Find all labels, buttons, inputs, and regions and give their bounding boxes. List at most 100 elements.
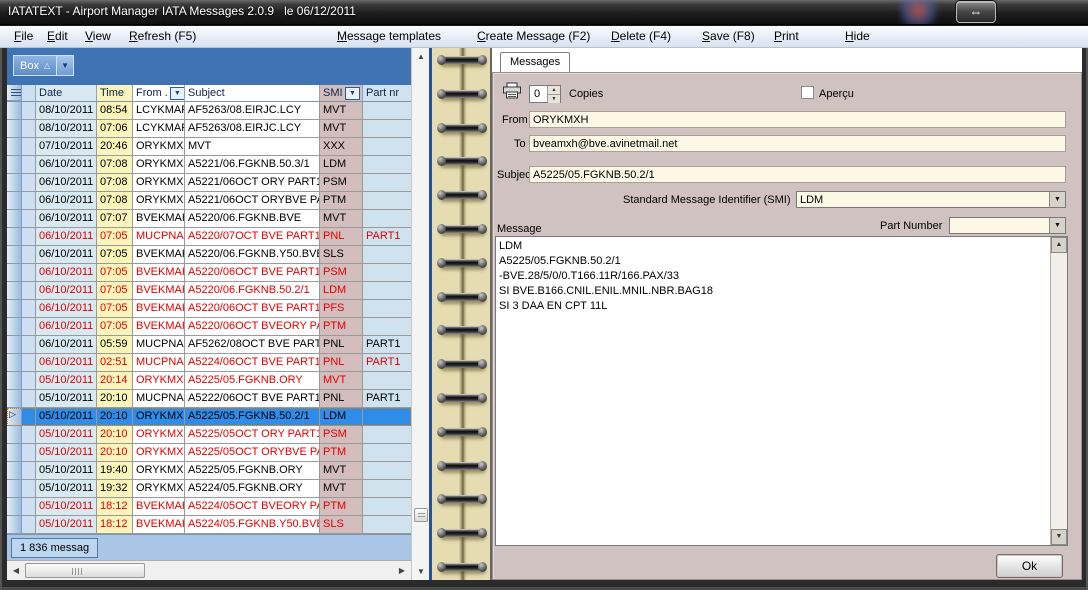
column-header-time[interactable]: Time — [97, 85, 133, 101]
cell-date[interactable]: 05/10/2011 — [36, 372, 97, 390]
cell-smi[interactable]: PTM — [320, 192, 363, 210]
table-row[interactable]: 06/10/201107:07BVEKMAHA5220/06.FGKNB.BVE… — [7, 210, 411, 228]
cell-part[interactable]: PART1 — [363, 228, 411, 246]
row-selector-cell[interactable] — [7, 372, 22, 390]
group-by-box-chip[interactable]: Box △ ▼ — [13, 55, 74, 76]
cell-indicator[interactable] — [22, 102, 36, 120]
cell-subject[interactable]: A5221/06.FGKNB.50.3/1 — [185, 156, 320, 174]
cell-indicator[interactable] — [22, 498, 36, 516]
cell-from[interactable]: ORYKMXH — [133, 408, 185, 426]
cell-part[interactable] — [363, 102, 411, 120]
cell-from[interactable]: ORYKMXH — [133, 372, 185, 390]
cell-from[interactable]: ORYKMXH — [133, 192, 185, 210]
cell-date[interactable]: 07/10/2011 — [36, 138, 97, 156]
cell-part[interactable] — [363, 372, 411, 390]
horizontal-scroll-thumb[interactable] — [25, 563, 145, 578]
cell-part[interactable] — [363, 516, 411, 534]
scroll-left-icon[interactable]: ◀ — [9, 564, 23, 578]
cell-date[interactable]: 06/10/2011 — [36, 300, 97, 318]
cell-time[interactable]: 07:07 — [97, 210, 133, 228]
cell-smi[interactable]: PNL — [320, 354, 363, 372]
group-by-dropdown-button[interactable]: ▼ — [57, 55, 74, 76]
cell-from[interactable]: ORYKMXH — [133, 462, 185, 480]
row-selector-cell[interactable] — [7, 480, 22, 498]
cell-subject[interactable]: A5224/05OCT BVEORY PART1 — [185, 498, 320, 516]
cell-date[interactable]: 06/10/2011 — [36, 336, 97, 354]
message-scroll-up-icon[interactable]: ▲ — [1051, 237, 1067, 253]
cell-date[interactable]: 05/10/2011 — [36, 444, 97, 462]
cell-part[interactable] — [363, 444, 411, 462]
cell-subject[interactable]: A5224/05.FGKNB.Y50.BVE — [185, 516, 320, 534]
cell-indicator[interactable] — [22, 156, 36, 174]
cell-from[interactable]: MUCPNA — [133, 336, 185, 354]
cell-time[interactable]: 20:10 — [97, 390, 133, 408]
cell-date[interactable]: 05/10/2011 — [36, 408, 97, 426]
indicator-header[interactable] — [22, 85, 36, 101]
smi-filter-dropdown-icon[interactable]: ▼ — [345, 87, 360, 100]
scroll-up-icon[interactable]: ▲ — [413, 49, 429, 64]
cell-subject[interactable]: A5220/07OCT BVE PART1 — [185, 228, 320, 246]
cell-smi[interactable]: MVT — [320, 210, 363, 228]
cell-subject[interactable]: A5220/06OCT BVE PART1 — [185, 264, 320, 282]
cell-time[interactable]: 07:08 — [97, 156, 133, 174]
cell-date[interactable]: 05/10/2011 — [36, 516, 97, 534]
column-header-date[interactable]: Date — [36, 85, 97, 101]
cell-smi[interactable]: LDM — [320, 408, 363, 426]
cell-smi[interactable]: PTM — [320, 318, 363, 336]
table-row[interactable]: 05/10/201119:32ORYKMXHA5224/05.FGKNB.ORY… — [7, 480, 411, 498]
cell-time[interactable]: 18:12 — [97, 516, 133, 534]
cell-smi[interactable]: MVT — [320, 102, 363, 120]
cell-subject[interactable]: A5220/06.FGKNB.50.2/1 — [185, 282, 320, 300]
cell-time[interactable]: 05:59 — [97, 336, 133, 354]
smi-dropdown[interactable]: LDM ▼ — [796, 191, 1066, 208]
cell-time[interactable]: 07:05 — [97, 282, 133, 300]
cell-subject[interactable]: A5225/05.FGKNB.ORY — [185, 462, 320, 480]
cell-date[interactable]: 05/10/2011 — [36, 480, 97, 498]
resize-button[interactable]: ⇔ — [956, 1, 996, 23]
cell-date[interactable]: 06/10/2011 — [36, 228, 97, 246]
scroll-down-icon[interactable]: ▼ — [413, 564, 429, 579]
cell-from[interactable]: BVEKMAH — [133, 210, 185, 228]
cell-indicator[interactable] — [22, 516, 36, 534]
cell-indicator[interactable] — [22, 444, 36, 462]
cell-smi[interactable]: PNL — [320, 336, 363, 354]
table-row[interactable]: 05/10/201118:12BVEKMAHA5224/05OCT BVEORY… — [7, 498, 411, 516]
cell-date[interactable]: 08/10/2011 — [36, 102, 97, 120]
table-row[interactable]: 06/10/201107:05BVEKMAHA5220/06.FGKNB.Y50… — [7, 246, 411, 264]
table-row[interactable]: 06/10/201107:05BVEKMAHA5220/06OCT BVE PA… — [7, 300, 411, 318]
row-selector-cell[interactable] — [7, 516, 22, 534]
cell-smi[interactable]: MVT — [320, 480, 363, 498]
cell-time[interactable]: 07:05 — [97, 228, 133, 246]
cell-from[interactable]: ORYKMXH — [133, 156, 185, 174]
row-selector-cell[interactable] — [7, 264, 22, 282]
vertical-scroll-thumb[interactable] — [414, 508, 428, 522]
cell-date[interactable]: 06/10/2011 — [36, 282, 97, 300]
cell-time[interactable]: 20:10 — [97, 444, 133, 462]
row-selector-cell[interactable] — [7, 336, 22, 354]
cell-date[interactable]: 05/10/2011 — [36, 498, 97, 516]
stepper-up-icon[interactable]: ▲ — [548, 86, 560, 95]
cell-from[interactable]: ORYKMXH — [133, 444, 185, 462]
cell-indicator[interactable] — [22, 228, 36, 246]
cell-indicator[interactable] — [22, 480, 36, 498]
cell-smi[interactable]: PSM — [320, 174, 363, 192]
cell-time[interactable]: 07:06 — [97, 120, 133, 138]
cell-from[interactable]: MUCPNA — [133, 354, 185, 372]
cell-indicator[interactable] — [22, 282, 36, 300]
to-field[interactable] — [529, 135, 1066, 152]
cell-date[interactable]: 06/10/2011 — [36, 318, 97, 336]
cell-time[interactable]: 19:32 — [97, 480, 133, 498]
cell-indicator[interactable] — [22, 336, 36, 354]
cell-from[interactable]: BVEKMAH — [133, 516, 185, 534]
table-row[interactable]: 06/10/201107:05BVEKMAHA5220/06.FGKNB.50.… — [7, 282, 411, 300]
cell-time[interactable]: 20:10 — [97, 426, 133, 444]
apercu-checkbox[interactable] — [801, 86, 814, 99]
row-selector-cell[interactable] — [7, 138, 22, 156]
cell-subject[interactable]: A5224/05.FGKNB.ORY — [185, 480, 320, 498]
row-selector-cell[interactable] — [7, 462, 22, 480]
cell-time[interactable]: 20:10 — [97, 408, 133, 426]
menu-item-message-templates[interactable]: Message templates — [337, 29, 441, 43]
row-selector-cell[interactable] — [7, 444, 22, 462]
cell-time[interactable]: 18:12 — [97, 498, 133, 516]
cell-smi[interactable]: LDM — [320, 156, 363, 174]
